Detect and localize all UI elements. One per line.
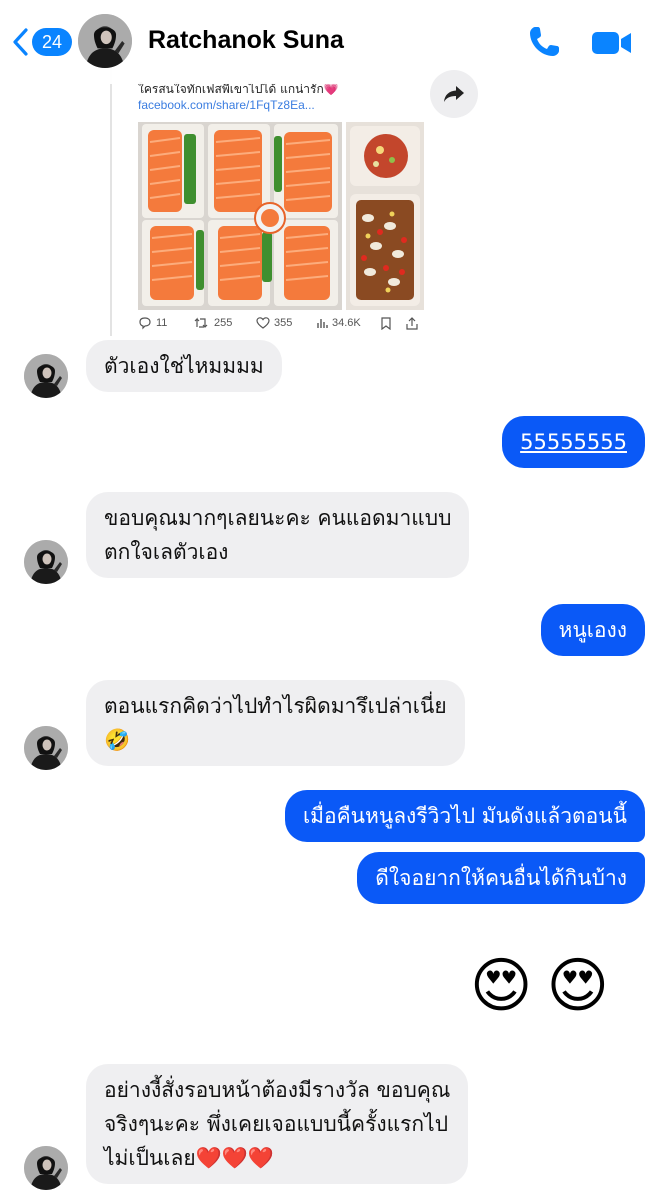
- message-text: ตัวเองใช่ไหมมมม: [104, 354, 264, 378]
- back-button[interactable]: 24: [12, 26, 72, 58]
- incoming-message[interactable]: ขอบคุณมากๆเลยนะคะ คนแอดมาแบบ ตกใจเลตัวเอ…: [86, 492, 470, 578]
- message-line: ตอนแรกคิดว่าไปทำไรผิดมารึเปล่าเนี่ย: [104, 694, 447, 718]
- message-text: ดีใจอยากให้คนอื่นได้กินบ้าง: [375, 866, 627, 890]
- outgoing-message[interactable]: เมื่อคืนหนูลงรีวิวไป มันดังแล้วตอนนี้: [284, 790, 645, 842]
- sender-avatar[interactable]: [24, 354, 68, 398]
- comment-icon: [139, 317, 151, 330]
- unread-count-badge: 24: [32, 28, 72, 56]
- heart-icon: [256, 317, 270, 329]
- video-camera-icon: [592, 32, 631, 54]
- like-count: 355: [274, 317, 293, 329]
- voice-call-button[interactable]: [526, 24, 562, 60]
- incoming-message[interactable]: ตอนแรกคิดว่าไปทำไรผิดมารึเปล่าเนี่ย 🤣: [86, 680, 465, 766]
- heart-eyes-emoji: 😍😍: [469, 951, 623, 1021]
- sender-avatar[interactable]: [24, 1146, 68, 1190]
- message-line: ขอบคุณมากๆเลยนะคะ คนแอดมาแบบ: [104, 506, 452, 530]
- outgoing-message[interactable]: ดีใจอยากให้คนอื่นได้กินบ้าง: [357, 852, 645, 904]
- message-line: 🤣: [104, 728, 131, 752]
- repost-stat[interactable]: 255: [194, 316, 256, 330]
- message-line: อย่างงี้สั่งรอบหน้าต้องมีรางวัล ขอบคุณ: [104, 1078, 451, 1102]
- incoming-message[interactable]: อย่างงี้สั่งรอบหน้าต้องมีรางวัล ขอบคุณ จ…: [86, 1064, 469, 1184]
- repost-icon: [194, 317, 208, 328]
- contact-name[interactable]: Ratchanok Suna: [148, 26, 344, 55]
- repost-count: 255: [214, 317, 233, 329]
- message-line: ตกใจเลตัวเอง: [104, 540, 229, 564]
- dipping-sauce-photo[interactable]: [346, 122, 424, 310]
- post-stats: 11 255 355 34.6K: [138, 316, 428, 330]
- share-stat[interactable]: [406, 316, 418, 330]
- reply-count: 11: [156, 317, 168, 329]
- view-stat[interactable]: 34.6K: [316, 317, 380, 329]
- views-chart-icon: [317, 319, 328, 328]
- phone-icon: [530, 27, 559, 56]
- message-line: ไม่เป็นเลย❤️❤️❤️: [104, 1146, 275, 1170]
- upload-icon: [406, 316, 418, 330]
- incoming-message[interactable]: ตัวเองใช่ไหมมมม: [86, 340, 282, 392]
- share-arrow-icon: [444, 86, 464, 102]
- shared-post-card[interactable]: ใครสนใจทักเฟสพี่เขาไปได้ แกน่ารัก💗 faceb…: [110, 60, 482, 336]
- like-stat[interactable]: 355: [256, 316, 316, 330]
- outgoing-message[interactable]: หนูเองง: [540, 604, 645, 656]
- chat-header: 24 Ratchanok Suna: [0, 0, 657, 84]
- message-line: จริงๆนะคะ พึ่งเคยเจอแบบนี้ครั้งแรกไป: [104, 1112, 449, 1136]
- contact-avatar[interactable]: [78, 14, 132, 68]
- bookmark-icon: [381, 316, 391, 330]
- chevron-left-icon: [13, 28, 28, 56]
- view-count: 34.6K: [332, 317, 361, 329]
- sender-avatar[interactable]: [24, 726, 68, 770]
- outgoing-message[interactable]: 55555555: [502, 416, 645, 468]
- message-text: เมื่อคืนหนูลงรีวิวไป มันดังแล้วตอนนี้: [302, 804, 627, 828]
- video-call-button[interactable]: [590, 28, 634, 58]
- post-link[interactable]: facebook.com/share/1FqTz8Ea...: [138, 98, 315, 112]
- forward-button[interactable]: [430, 70, 478, 118]
- message-text: หนูเองง: [558, 618, 628, 642]
- sender-avatar[interactable]: [24, 540, 68, 584]
- bookmark-stat[interactable]: [380, 316, 406, 330]
- message-text[interactable]: 55555555: [520, 430, 627, 454]
- reply-stat[interactable]: 11: [138, 316, 194, 330]
- outgoing-emoji-message[interactable]: 😍😍: [470, 950, 623, 1022]
- salmon-platter-photo[interactable]: [138, 122, 342, 310]
